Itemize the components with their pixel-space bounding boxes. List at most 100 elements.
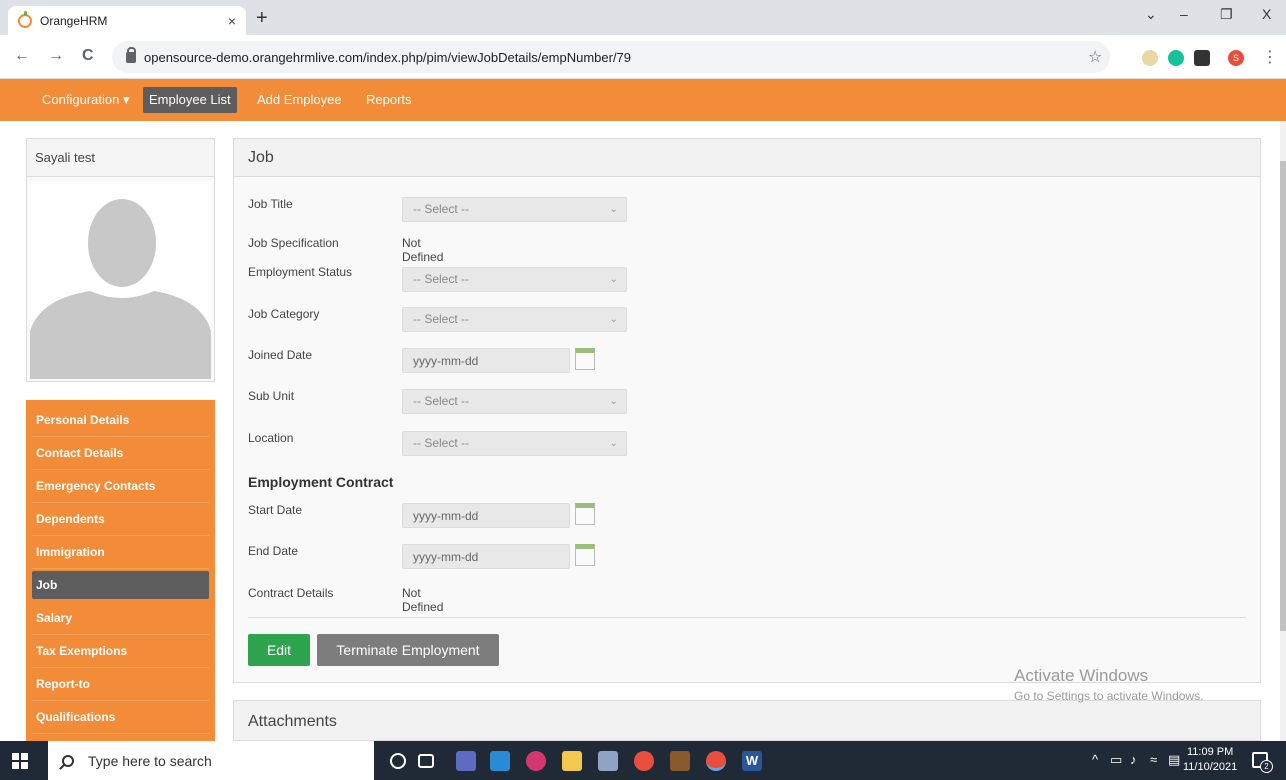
location-label: Location [248,431,294,445]
job-category-selected: -- Select -- [413,312,470,326]
menu-reports[interactable]: Reports [360,87,418,113]
profile-avatar-icon[interactable]: S [1228,50,1244,66]
sub-unit-select[interactable]: -- Select -- ⌄ [402,389,627,414]
employee-photo[interactable] [30,181,211,379]
employee-side-menu: Personal Details Contact Details Emergen… [26,400,215,741]
form-divider [248,617,1246,618]
reload-icon[interactable]: C [82,47,94,65]
employment-contract-heading: Employment Contract [248,474,394,490]
job-category-select[interactable]: -- Select -- ⌄ [402,307,627,332]
tab-close-icon[interactable]: × [228,13,236,29]
taskbar-clock[interactable]: 11:09 PM 11/10/2021 [1183,745,1237,775]
joined-date-label: Joined Date [248,348,313,362]
browser-tab-title: OrangeHRM [40,13,108,28]
wifi-icon[interactable]: ≈ [1150,752,1157,767]
menu-add-employee[interactable]: Add Employee [251,87,348,113]
search-icon [62,754,74,767]
browser-menu-icon[interactable]: ⋮ [1262,47,1278,67]
scrollbar-thumb[interactable] [1280,161,1286,631]
grammarly-icon[interactable] [1168,50,1184,66]
side-menu-salary[interactable]: Salary [32,602,209,635]
app-icon[interactable] [456,751,476,771]
app-icon[interactable] [670,751,690,771]
side-menu-job[interactable]: Job [32,571,209,599]
employment-status-selected: -- Select -- [413,272,470,286]
start-date-input[interactable]: yyyy-mm-dd [402,503,570,528]
side-menu-qualifications[interactable]: Qualifications [32,701,209,734]
word-icon[interactable]: W [742,751,762,771]
calendar-icon[interactable] [575,348,595,370]
windows-start-icon[interactable] [12,753,28,769]
menu-configuration[interactable]: Configuration ▾ [36,87,135,113]
url-text: opensource-demo.orangehrmlive.com/index.… [144,49,632,65]
side-menu-tax-exemptions[interactable]: Tax Exemptions [32,635,209,668]
menu-employee-list[interactable]: Employee List [143,87,237,113]
keyboard-icon[interactable]: ▤ [1168,752,1180,768]
calendar-icon[interactable] [575,544,595,566]
vscode-icon[interactable] [490,751,510,771]
page-scrollbar[interactable] [1280,121,1286,741]
browser-toolbar: ← → C opensource-demo.orangehrmlive.com/… [0,35,1286,79]
location-select[interactable]: -- Select -- ⌄ [402,431,627,456]
browser-tab[interactable]: OrangeHRM × [8,6,246,35]
task-view-icon[interactable] [418,754,434,768]
clock-time: 11:09 PM [1186,746,1234,758]
cortana-icon[interactable] [390,753,406,769]
app-icon[interactable] [598,751,618,771]
clock-date: 11/10/2021 [1183,761,1238,773]
notification-center-icon[interactable]: 2 [1252,752,1273,773]
end-date-label: End Date [248,544,299,558]
attachments-panel-title: Attachments [248,713,337,730]
job-title-selected: -- Select -- [413,202,470,216]
chrome-icon[interactable] [634,751,654,771]
edit-button[interactable]: Edit [248,634,310,666]
puzzle-extensions-icon[interactable] [1194,50,1210,66]
job-title-select[interactable]: -- Select -- ⌄ [402,197,627,222]
show-hidden-icons-icon[interactable]: ^ [1092,752,1098,767]
bookmark-star-icon[interactable]: ☆ [1088,47,1102,67]
side-menu-emergency-contacts[interactable]: Emergency Contacts [32,470,209,503]
employment-status-select[interactable]: -- Select -- ⌄ [402,267,627,292]
volume-icon[interactable]: ♪ [1130,752,1137,767]
employee-profile-card: Sayali test [26,138,215,382]
slack-icon[interactable] [526,751,546,771]
side-menu-immigration[interactable]: Immigration [32,536,209,569]
side-menu-report-to[interactable]: Report-to [32,668,209,701]
end-date-input[interactable]: yyyy-mm-dd [402,544,570,569]
joined-date-input[interactable]: yyyy-mm-dd [402,348,570,373]
job-spec-value: Not Defined [402,236,444,264]
location-selected: -- Select -- [413,436,470,450]
lock-icon [126,46,136,63]
battery-icon[interactable]: ▭ [1110,752,1122,768]
contract-details-label: Contract Details [248,586,334,600]
side-menu-personal-details[interactable]: Personal Details [32,404,209,437]
browser-tabstrip: OrangeHRM × + ⌄ – ❐ X [0,0,1286,35]
terminate-employment-button[interactable]: Terminate Employment [317,634,499,666]
new-tab-icon[interactable]: + [256,8,268,28]
window-close-icon[interactable]: X [1262,6,1271,22]
chevron-down-icon: ⌄ [609,438,618,449]
employment-status-label: Employment Status [248,265,353,279]
taskbar-search-box[interactable]: Type here to search [48,741,374,780]
chevron-down-icon: ⌄ [609,274,618,285]
address-bar[interactable]: opensource-demo.orangehrmlive.com/index.… [112,41,1110,73]
windows-taskbar: Type here to search W ^ ▭ ♪ ≈ ▤ 11:09 PM… [0,741,1286,780]
start-date-label: Start Date [248,503,303,517]
job-category-label: Job Category [248,307,320,321]
extension-icon[interactable] [1142,50,1158,66]
window-minimize-icon[interactable]: – [1180,6,1188,22]
watermark-line2: Go to Settings to activate Windows. [1014,689,1204,703]
pim-top-menu: Configuration ▾ Employee List Add Employ… [0,79,1286,121]
chrome-active-icon[interactable] [706,751,726,771]
watermark-line1: Activate Windows [1014,666,1149,685]
window-restore-icon[interactable]: ❐ [1220,6,1233,23]
file-explorer-icon[interactable] [562,751,582,771]
employee-name: Sayali test [27,139,214,177]
forward-icon[interactable]: → [48,47,64,65]
side-menu-dependents[interactable]: Dependents [32,503,209,536]
calendar-icon[interactable] [575,503,595,525]
tab-search-icon[interactable]: ⌄ [1145,6,1157,23]
side-menu-contact-details[interactable]: Contact Details [32,437,209,470]
back-icon[interactable]: ← [14,47,30,65]
taskbar-search-placeholder: Type here to search [88,752,212,769]
